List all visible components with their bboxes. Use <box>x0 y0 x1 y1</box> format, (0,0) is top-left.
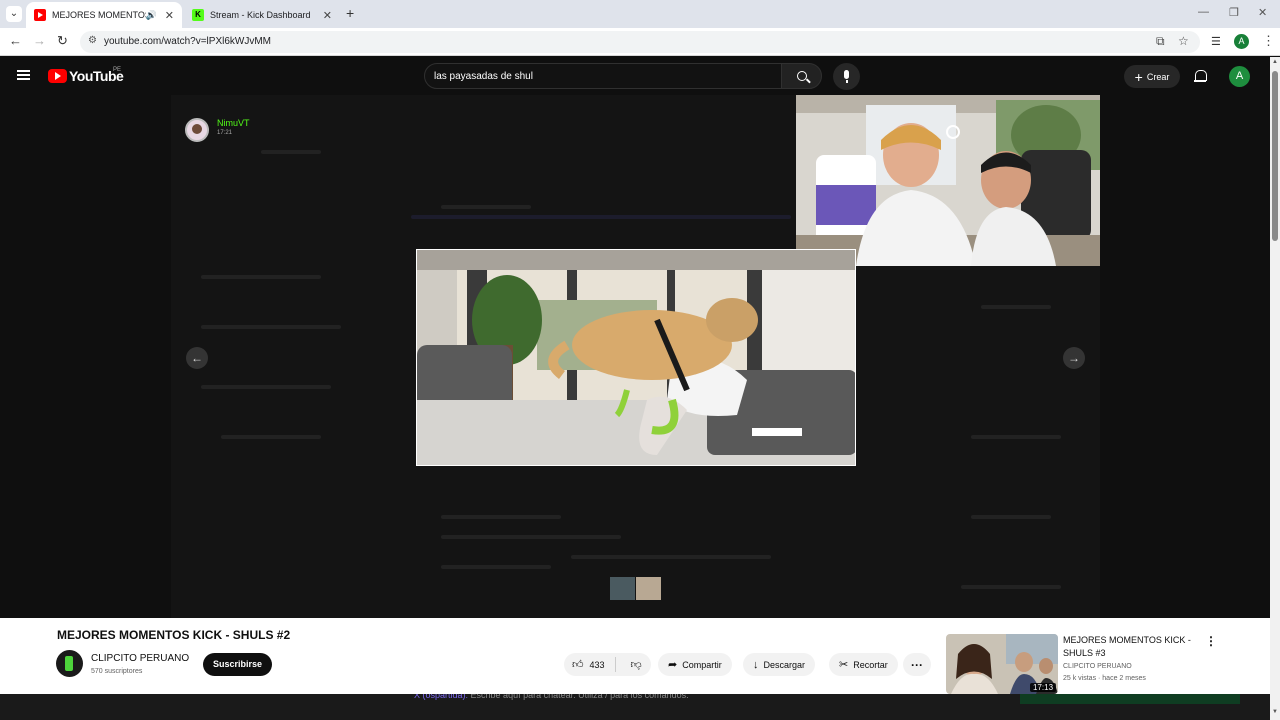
search-input[interactable] <box>434 68 764 85</box>
search-box <box>424 63 782 89</box>
video-title: MEJORES MOMENTOS KICK - SHULS #2 <box>57 628 291 642</box>
search-icon <box>797 71 807 81</box>
guide-menu-icon[interactable] <box>17 70 30 80</box>
download-label: Descargar <box>763 659 806 670</box>
plus-icon: + <box>1134 68 1143 85</box>
notifications-bell-icon[interactable] <box>1194 70 1207 82</box>
microphone-icon <box>844 70 849 83</box>
streamer-name: NimuVT <box>217 118 250 128</box>
window-close-icon[interactable]: ✕ <box>1258 6 1267 19</box>
share-label: Compartir <box>682 659 722 670</box>
clip-label: Recortar <box>853 659 888 670</box>
speaker-icon[interactable]: 🔊 <box>146 10 157 21</box>
dislike-button[interactable]: 👎︎ <box>621 658 652 671</box>
like-dislike-group: 👍︎ 433 👎︎ <box>564 653 651 676</box>
channel-avatar[interactable] <box>56 650 83 677</box>
thumbs-up-icon: 👍︎ <box>572 659 584 671</box>
youtube-logo-icon[interactable] <box>48 69 67 83</box>
site-info-icon[interactable]: ⚙ <box>88 35 97 46</box>
tab-youtube[interactable]: MEJORES MOMENTOS KICK 🔊 ✕ <box>26 2 182 28</box>
streamer-time: 17:21 <box>217 130 233 136</box>
like-button[interactable]: 👍︎ 433 <box>564 657 616 672</box>
forward-icon[interactable]: → <box>33 33 46 48</box>
share-icon: ➦ <box>668 659 678 671</box>
voice-search-button[interactable] <box>833 63 860 90</box>
close-tab-icon[interactable]: ✕ <box>165 9 174 22</box>
more-actions-button[interactable]: ··· <box>903 653 931 676</box>
browser-profile-avatar[interactable]: A <box>1234 34 1249 49</box>
previous-arrow-icon[interactable]: ← <box>186 347 208 369</box>
clip-button[interactable]: ✂ Recortar <box>829 653 898 676</box>
reading-list-icon[interactable]: ☰ <box>1211 35 1221 48</box>
recommended-channel[interactable]: CLIPCITO PERUANO <box>1063 663 1132 670</box>
browser-toolbar: ← → ↻ ⚙ youtube.com/watch?v=lPXl6kWJvMM … <box>0 28 1280 56</box>
scroll-down-icon[interactable]: ▼ <box>1272 709 1278 715</box>
browser-tab-bar: ⌄ MEJORES MOMENTOS KICK 🔊 ✕ K Stream - K… <box>0 0 1280 28</box>
scroll-up-icon[interactable]: ▲ <box>1272 59 1278 65</box>
reload-icon[interactable]: ↻ <box>57 33 68 49</box>
subscribe-button[interactable]: Suscribirse <box>203 653 272 676</box>
install-app-icon[interactable]: ⧉ <box>1156 34 1165 49</box>
browser-menu-icon[interactable]: ⋮ <box>1262 33 1275 49</box>
address-bar[interactable]: ⚙ youtube.com/watch?v=lPXl6kWJvMM ⧉ ☆ <box>80 31 1200 53</box>
scrollbar-thumb[interactable] <box>1272 71 1278 241</box>
more-icon: ··· <box>911 657 923 672</box>
new-tab-button[interactable]: + <box>346 5 354 21</box>
download-button[interactable]: ↓ Descargar <box>743 653 816 676</box>
url-text: youtube.com/watch?v=lPXl6kWJvMM <box>104 36 272 47</box>
recommended-meta: 25 k vistas · hace 2 meses <box>1063 675 1146 682</box>
close-tab-icon[interactable]: ✕ <box>323 9 332 22</box>
create-label: Crear <box>1146 71 1170 82</box>
streamer-avatar <box>185 118 209 142</box>
tab-search-button[interactable]: ⌄ <box>6 6 22 22</box>
recommended-title[interactable]: MEJORES MOMENTOS KICK - SHULS #3 <box>1063 634 1198 660</box>
channel-name[interactable]: CLIPCITO PERUANO <box>91 653 189 664</box>
youtube-favicon-icon <box>34 9 46 21</box>
clip-thumbnails[interactable] <box>610 577 661 600</box>
scissors-icon: ✂ <box>839 659 849 671</box>
like-count: 433 <box>589 659 605 670</box>
share-button[interactable]: ➦ Compartir <box>658 653 732 676</box>
page-scrollbar[interactable]: ▲ ▼ <box>1270 57 1280 720</box>
country-code: PE <box>113 67 122 73</box>
thumbs-down-icon: 👎︎ <box>630 659 642 671</box>
tab-kick-dashboard[interactable]: K Stream - Kick Dashboard ✕ <box>184 2 340 28</box>
restore-icon[interactable]: ❐ <box>1229 6 1239 19</box>
subscriber-count: 570 suscriptores <box>91 668 143 675</box>
clip-frame <box>416 249 856 466</box>
tab-kick-label: Stream - Kick Dashboard <box>210 10 311 20</box>
recommended-menu-icon[interactable]: ⋮ <box>1205 634 1217 648</box>
minimize-icon[interactable]: — <box>1198 6 1209 18</box>
back-icon[interactable]: ← <box>9 33 22 48</box>
create-button[interactable]: + Crear <box>1124 65 1180 88</box>
youtube-masthead: YouTube PE + Crear A <box>0 57 1270 95</box>
bookmark-star-icon[interactable]: ☆ <box>1178 34 1189 48</box>
tab-youtube-label: MEJORES MOMENTOS KICK <box>52 10 146 20</box>
search-button[interactable] <box>781 63 822 89</box>
kick-favicon-icon: K <box>192 9 204 21</box>
account-avatar[interactable]: A <box>1229 66 1250 87</box>
recommended-duration: 17:13 <box>1030 683 1057 692</box>
download-icon: ↓ <box>753 658 759 671</box>
webcam-overlay <box>796 95 1100 266</box>
next-arrow-icon[interactable]: → <box>1063 347 1085 369</box>
